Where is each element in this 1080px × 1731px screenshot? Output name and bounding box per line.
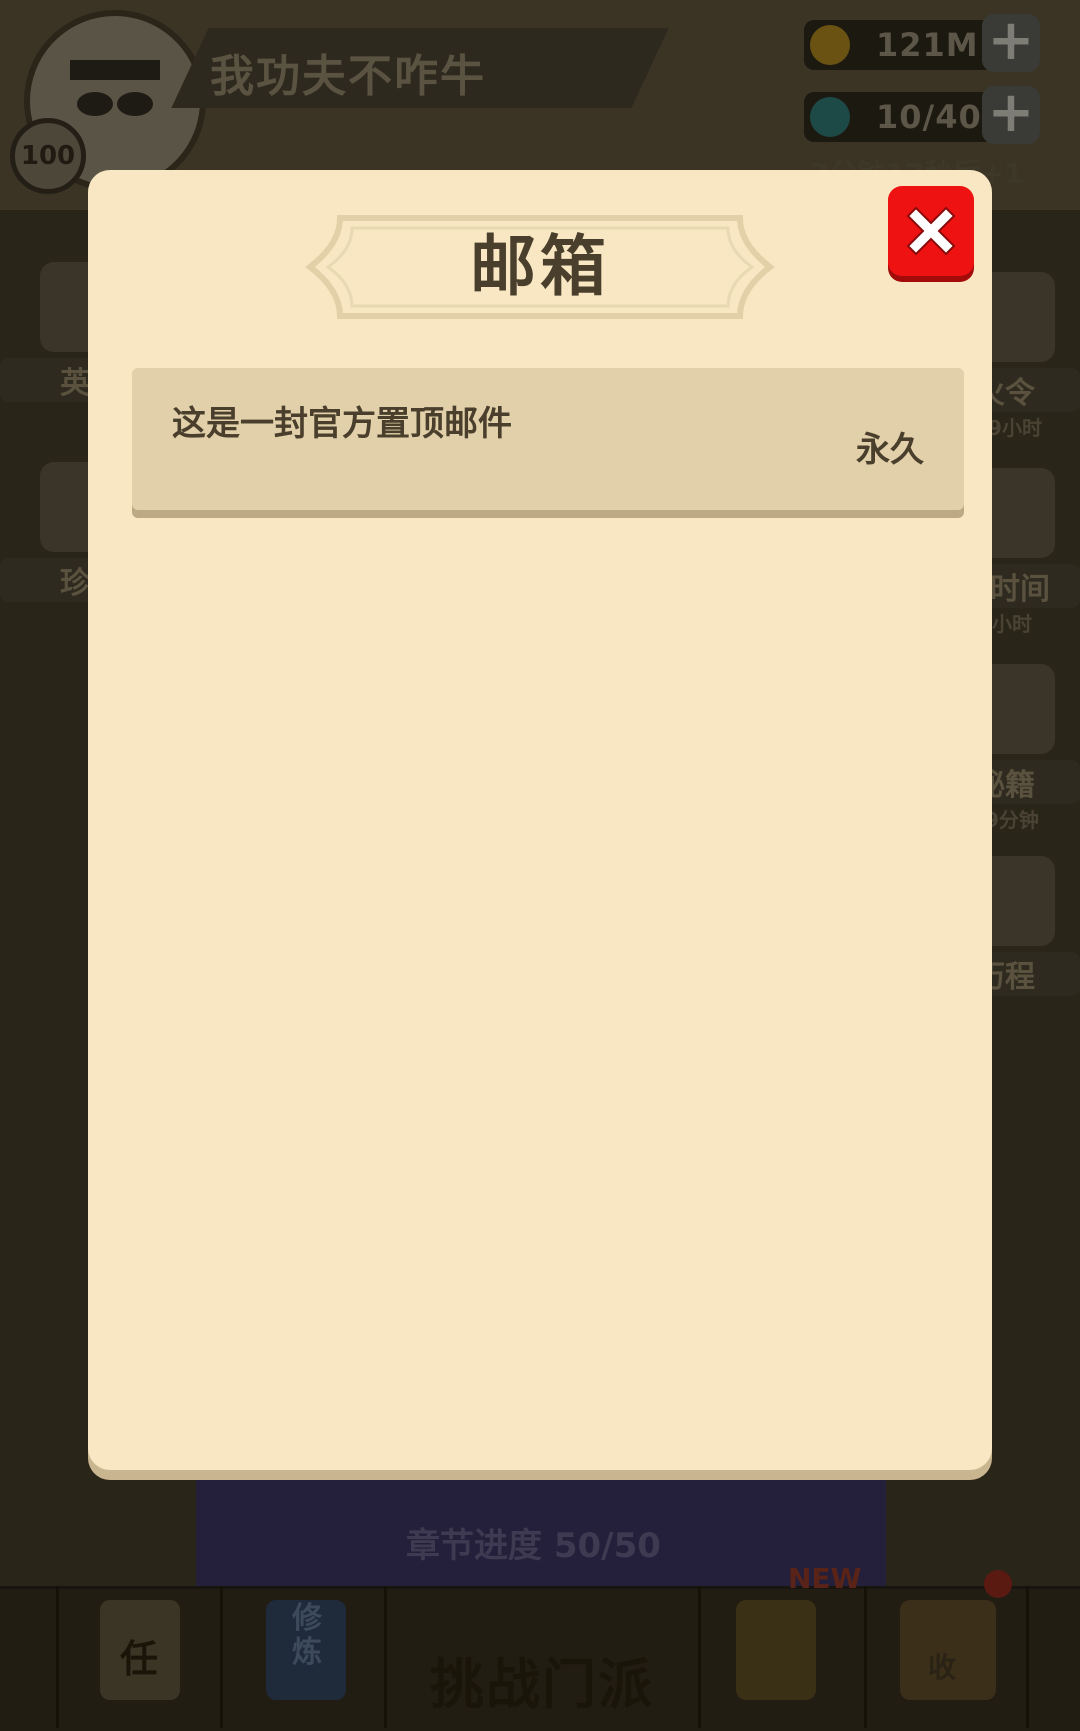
close-button[interactable] [888,186,974,276]
mailbox-title: 邮箱 [470,228,610,305]
mailbox-dialog [88,170,992,1470]
mail-expiry: 永久 [856,430,924,470]
modal-overlay: 邮箱 这是一封官方置顶邮件 永久 [0,0,1080,1728]
mail-list: 这是一封官方置顶邮件 永久 [132,368,964,510]
mail-subject: 这是一封官方置顶邮件 [172,404,512,444]
mail-item[interactable]: 这是一封官方置顶邮件 永久 [132,368,964,510]
close-x-icon [906,206,956,256]
